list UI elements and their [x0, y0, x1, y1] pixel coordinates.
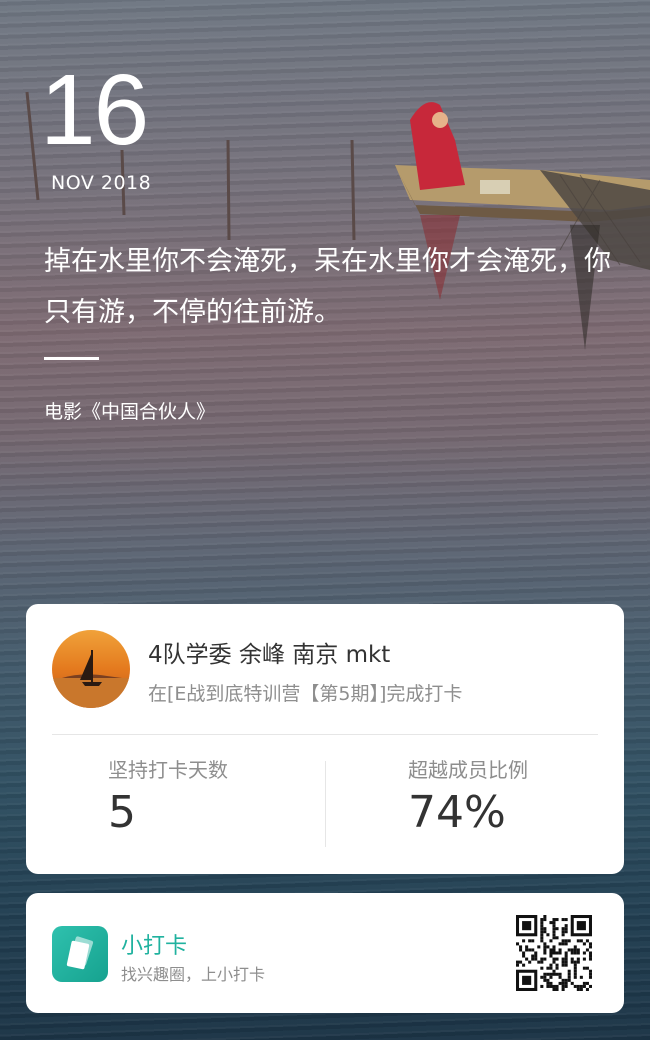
stat-surpass-ratio: 超越成员比例 74%	[408, 754, 528, 835]
app-slogan: 找兴趣圈，上小打卡	[121, 965, 266, 984]
app-logo[interactable]	[52, 926, 108, 982]
stats-separator	[325, 761, 326, 847]
app-promo-card[interactable]: 小打卡 找兴趣圈，上小打卡	[26, 893, 624, 1013]
stat-value: 5	[108, 787, 136, 838]
quote-text: 掉在水里你不会淹死，呆在水里你才会淹死，你只有游，不停的往前游。	[44, 246, 611, 328]
app-name[interactable]: 小打卡	[121, 928, 187, 960]
date-month-year: NOV 2018	[51, 172, 152, 194]
sailboat-avatar	[52, 630, 130, 708]
profile-card: 4队学委 余峰 南京 mkt 在[E战到底特训营【第5期】]完成打卡 坚持打卡天…	[26, 604, 624, 874]
stat-checkin-days: 坚持打卡天数 5	[108, 754, 228, 835]
stat-value: 74%	[408, 787, 506, 838]
quote-source: 电影《中国合伙人》	[44, 401, 216, 423]
checkin-text: 在[E战到底特训营【第5期】]完成打卡	[148, 683, 463, 705]
stat-label: 超越成员比例	[408, 758, 528, 782]
username: 4队学委 余峰 南京 mkt	[148, 642, 391, 668]
avatar[interactable]	[52, 630, 130, 708]
stat-label: 坚持打卡天数	[108, 758, 228, 782]
card-stack-icon	[66, 936, 94, 970]
date-day: 16	[40, 54, 149, 166]
card-divider	[52, 734, 598, 735]
quote-divider	[44, 357, 99, 360]
qr-code[interactable]	[516, 915, 592, 991]
